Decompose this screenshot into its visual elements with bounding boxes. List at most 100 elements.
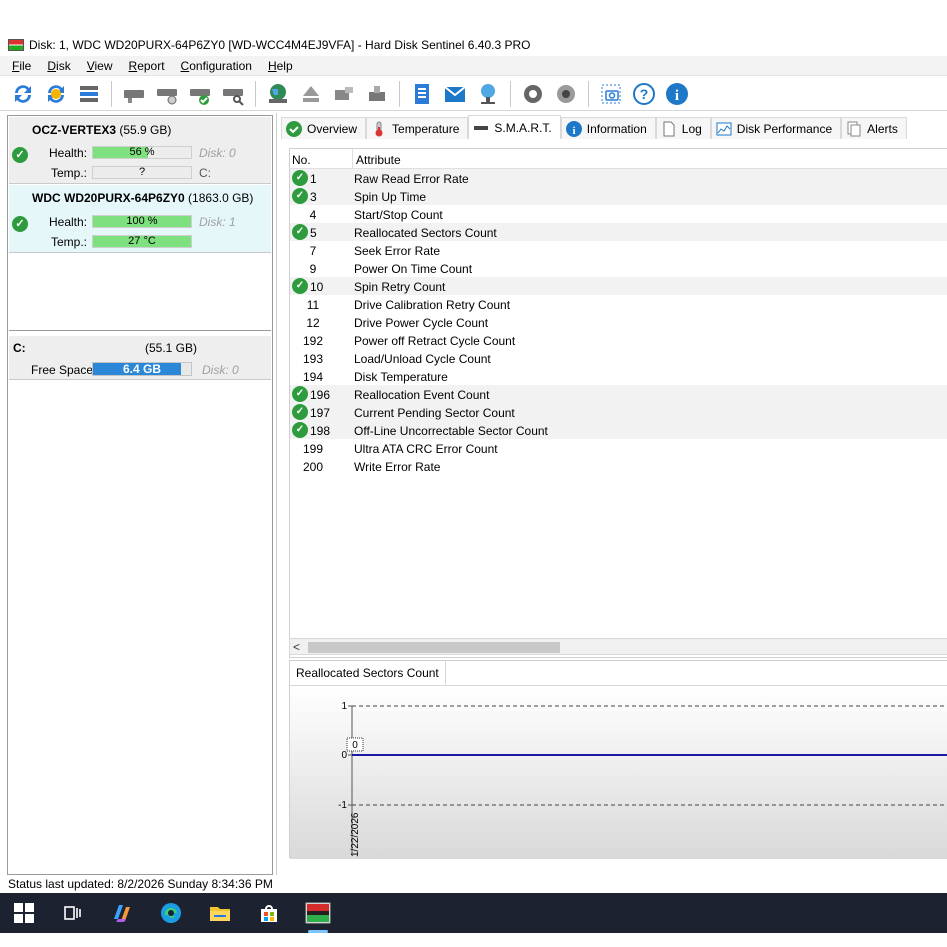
email-icon[interactable] [442, 81, 468, 107]
sound-icon[interactable] [553, 81, 579, 107]
settings-icon[interactable] [520, 81, 546, 107]
attribute-name: Load/Unload Cycle Count [354, 352, 491, 366]
menu-report[interactable]: Report [121, 59, 173, 73]
file-explorer-icon[interactable] [204, 897, 236, 929]
disk-search-icon[interactable] [220, 81, 246, 107]
health-value: 56 % [129, 146, 155, 158]
attribute-name: Reallocation Event Count [354, 388, 490, 402]
health-label: Health: [49, 146, 88, 160]
disk-tool-icon[interactable] [331, 81, 357, 107]
status-ok-icon: ✓ [292, 188, 308, 204]
attribute-name: Ultra ATA CRC Error Count [354, 442, 498, 456]
horizontal-scrollbar[interactable]: < [289, 638, 947, 655]
column-header-attribute[interactable]: Attribute [352, 149, 401, 169]
disk-card-ocz-vertex3[interactable]: OCZ-VERTEX3 (55.9 GB) ✓ Health: 56 % Dis… [9, 117, 271, 184]
disk-card-wdc-wd20purx[interactable]: WDC WD20PURX-64P6ZY0 (1863.0 GB) ✓ Healt… [9, 185, 271, 253]
table-row[interactable]: 11 Drive Calibration Retry Count [290, 295, 947, 313]
disk-info-icon[interactable] [154, 81, 180, 107]
disk-list-panel: OCZ-VERTEX3 (55.9 GB) ✓ Health: 56 % Dis… [7, 115, 273, 875]
table-row[interactable]: 194 Disk Temperature [290, 367, 947, 385]
column-header-no[interactable]: No. [292, 153, 311, 167]
table-row[interactable]: ✓ 198 Off-Line Uncorrectable Sector Count [290, 421, 947, 439]
disk-index: Disk: 0 [202, 363, 239, 377]
network-icon[interactable] [475, 81, 501, 107]
attribute-number: 196 [310, 388, 331, 402]
attribute-number: 7 [309, 244, 317, 258]
report-icon[interactable] [409, 81, 435, 107]
tab-information[interactable]: i Information [560, 117, 656, 139]
disk-icon[interactable] [121, 81, 147, 107]
scrollbar-thumb[interactable] [308, 642, 560, 653]
refresh-all-icon[interactable] [43, 81, 69, 107]
menu-configuration[interactable]: Configuration [173, 59, 260, 73]
status-ok-icon: ✓ [292, 170, 308, 186]
table-row[interactable]: ✓ 3 Spin Up Time [290, 187, 947, 205]
table-row[interactable]: 4 Start/Stop Count [290, 205, 947, 223]
attribute-number: 192 [302, 334, 324, 348]
tab-temperature[interactable]: Temperature [366, 117, 469, 139]
temp-value: 27 °C [128, 235, 156, 247]
hard-disk-sentinel-icon[interactable] [302, 897, 334, 933]
globe-icon[interactable] [265, 81, 291, 107]
temp-label: Temp.: [51, 235, 88, 249]
drive-letter: C: [199, 166, 211, 180]
scroll-left-icon[interactable]: < [293, 640, 300, 654]
menu-file[interactable]: File [4, 59, 39, 73]
attribute-number: 197 [310, 406, 331, 420]
window-title: Disk: 1, WDC WD20PURX-64P6ZY0 [WD-WCC4M4… [29, 38, 531, 52]
table-row[interactable]: ✓ 1 Raw Read Error Rate [290, 169, 947, 187]
table-row[interactable]: ✓ 196 Reallocation Event Count [290, 385, 947, 403]
task-view-icon[interactable] [57, 897, 89, 929]
disk-alt-icon[interactable] [364, 81, 390, 107]
table-row[interactable]: 200 Write Error Rate [290, 457, 947, 475]
edge-icon[interactable] [155, 897, 187, 929]
tab-label: Alerts [867, 121, 898, 136]
tab-overview[interactable]: Overview [281, 117, 367, 139]
menu-disk[interactable]: Disk [39, 59, 78, 73]
volume-card-c[interactable]: C: (55.1 GB) Free Space 6.4 GB Disk: 0 [9, 336, 271, 380]
attribute-name: Power On Time Count [354, 262, 473, 276]
windows-start-icon[interactable] [8, 897, 40, 929]
tab-disk-performance[interactable]: Disk Performance [710, 117, 842, 139]
health-label: Health: [49, 215, 88, 229]
chart-tab-reallocated-sectors[interactable]: Reallocated Sectors Count [290, 661, 446, 685]
table-row[interactable]: 9 Power On Time Count [290, 259, 947, 277]
point-value-label: 0 [352, 740, 358, 751]
disk-name: WDC WD20PURX-64P6ZY0 (1863.0 GB) [32, 191, 253, 205]
menu-help[interactable]: Help [260, 59, 301, 73]
table-row[interactable]: 7 Seek Error Rate [290, 241, 947, 259]
refresh-icon[interactable] [10, 81, 36, 107]
table-row[interactable]: 192 Power off Retract Cycle Count [290, 331, 947, 349]
attribute-number: 3 [310, 190, 317, 204]
table-row[interactable]: ✓ 5 Reallocated Sectors Count [290, 223, 947, 241]
health-value: 100 % [126, 215, 158, 227]
table-row[interactable]: ✓ 10 Spin Retry Count [290, 277, 947, 295]
table-row[interactable]: 193 Load/Unload Cycle Count [290, 349, 947, 367]
table-row[interactable]: ✓ 197 Current Pending Sector Count [290, 403, 947, 421]
store-icon[interactable] [253, 897, 285, 929]
attribute-name: Drive Power Cycle Count [354, 316, 489, 330]
disk-check-icon[interactable] [187, 81, 213, 107]
info-icon[interactable]: i [664, 81, 690, 107]
performance-chart-icon [716, 121, 732, 137]
y-tick-label: -1 [338, 800, 347, 811]
table-row[interactable]: 199 Ultra ATA CRC Error Count [290, 439, 947, 457]
copilot-icon[interactable] [106, 897, 138, 929]
temp-value: ? [138, 166, 146, 178]
screenshot-icon[interactable] [598, 81, 624, 107]
toolbar-separator [399, 80, 400, 107]
tab-log[interactable]: Log [655, 117, 711, 139]
thermometer-icon [371, 121, 387, 137]
eject-icon[interactable] [298, 81, 324, 107]
table-row[interactable]: 12 Drive Power Cycle Count [290, 313, 947, 331]
attribute-number: 10 [310, 280, 324, 294]
help-icon[interactable]: ? [631, 81, 657, 107]
tab-alerts[interactable]: Alerts [841, 117, 907, 139]
smart-table: No. Attribute ✓ 1 Raw Read Error Rate ✓ 3 Spi… [289, 148, 947, 658]
menu-view[interactable]: View [79, 59, 121, 73]
check-circle-icon [286, 120, 302, 137]
chart-area: 1 0 -1 0 1/22/2026 [290, 685, 947, 859]
disk-list-icon[interactable] [76, 81, 102, 107]
disk-index: Disk: 0 [199, 146, 236, 160]
tab-smart[interactable]: S.M.A.R.T. [468, 115, 561, 139]
